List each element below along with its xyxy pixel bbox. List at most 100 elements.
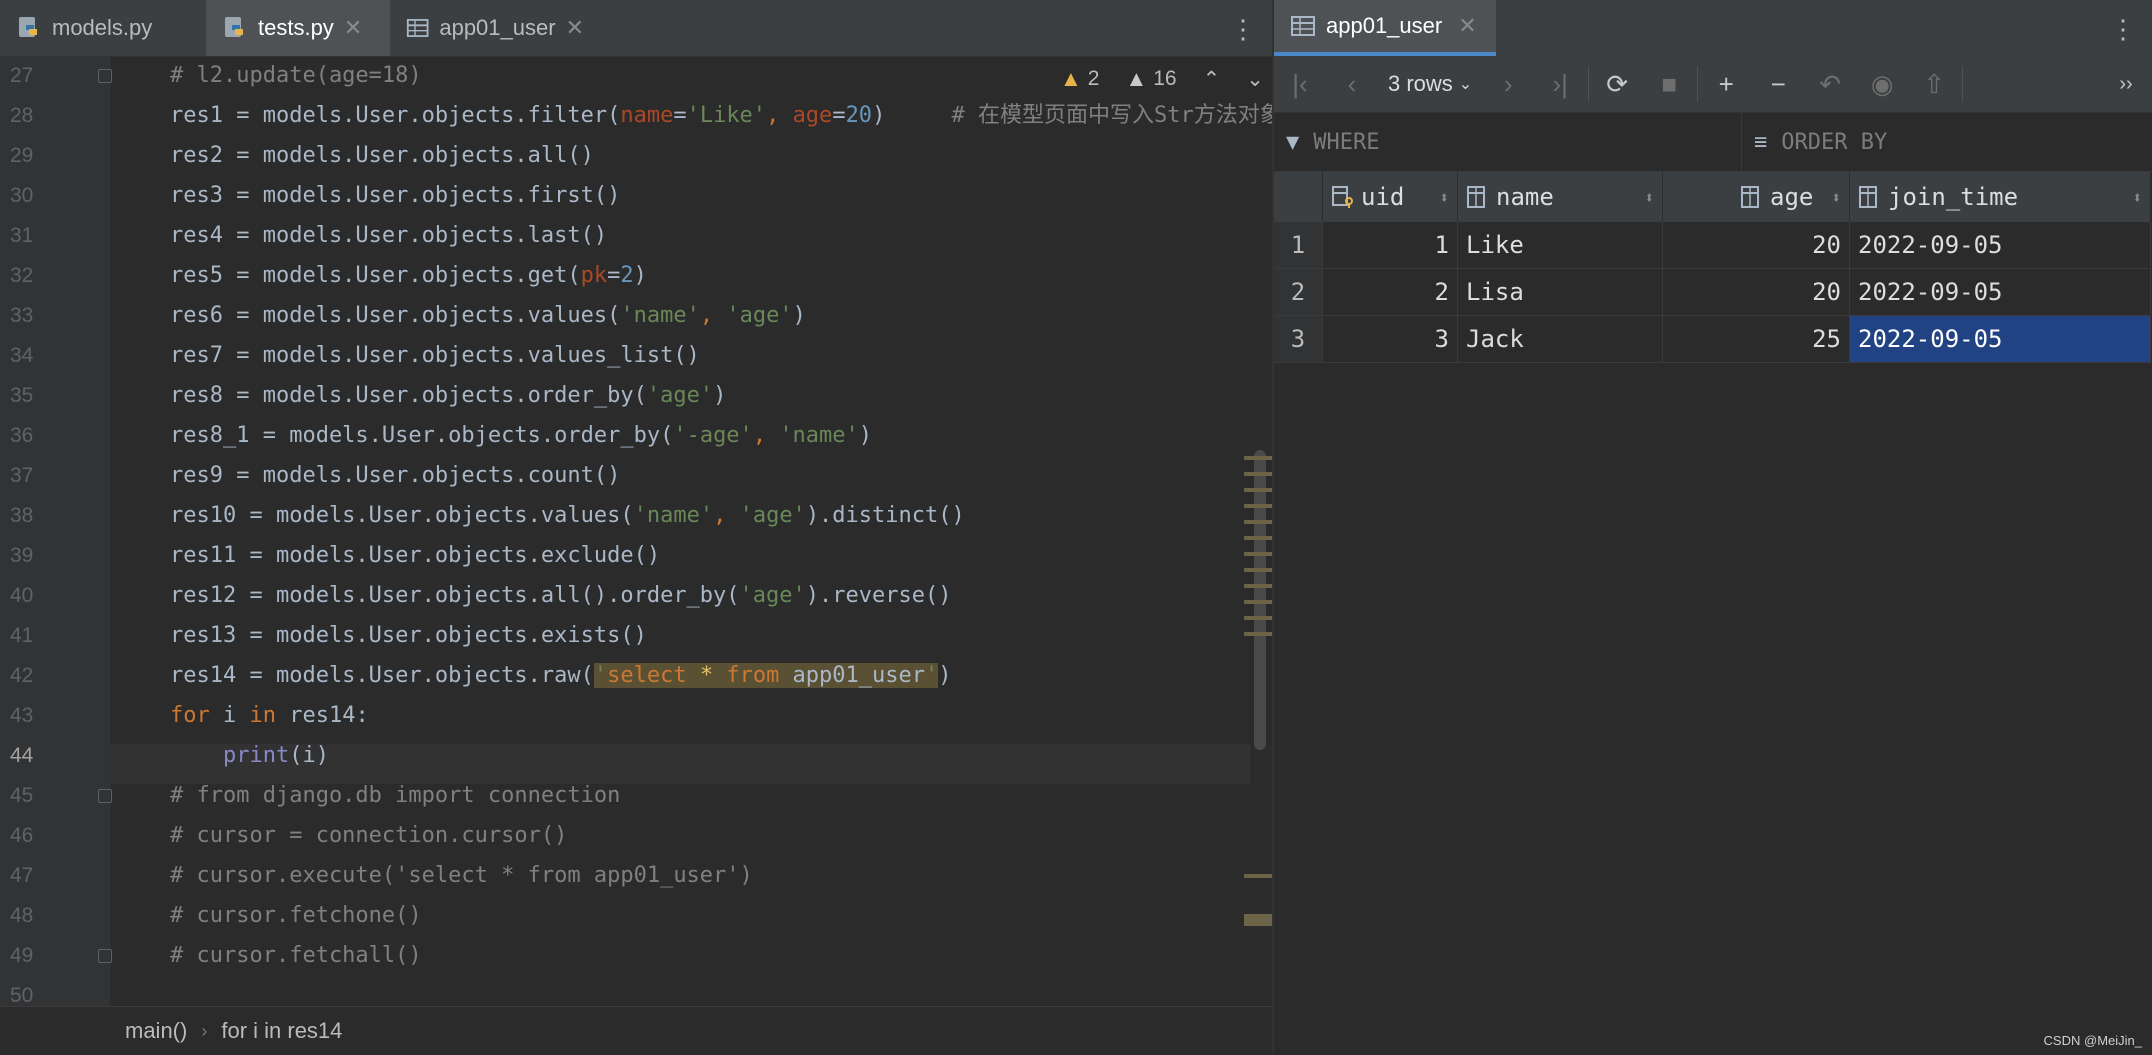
warning-icon: ▲ — [1060, 66, 1082, 91]
row-number-header — [1274, 172, 1323, 222]
code-line: res7 = models.User.objects.values_list() — [170, 343, 700, 368]
overflow-icon[interactable]: ›› — [2100, 56, 2152, 112]
code-line: res6 = models.User.objects.values('name'… — [170, 303, 806, 328]
column-header-uid[interactable]: uid ⬍ — [1322, 172, 1458, 222]
code-line: # cursor = connection.cursor() — [170, 823, 568, 848]
breadcrumb-item[interactable]: main() — [125, 1018, 187, 1044]
code-line: res3 = models.User.objects.first() — [170, 183, 621, 208]
chevron-up-icon[interactable]: ⌃ — [1203, 67, 1221, 92]
cell-name[interactable]: Jack — [1457, 315, 1663, 363]
add-row-icon[interactable]: + — [1700, 56, 1752, 112]
line-number: 31 — [10, 224, 34, 247]
order-by-filter[interactable]: ≡ ORDER BY — [1742, 113, 1899, 171]
watermark: CSDN @MeiJin_ — [2043, 1033, 2142, 1048]
scroll-marker — [1244, 600, 1272, 604]
code-line: for i in res14: — [170, 703, 369, 728]
preview-changes-icon[interactable]: ◉ — [1856, 56, 1908, 112]
table-row[interactable]: 3 3 Jack 25 2022-09-05 — [1274, 315, 2151, 363]
last-page-icon[interactable]: ›| — [1534, 56, 1586, 112]
scroll-marker — [1244, 874, 1272, 878]
line-number: 34 — [10, 344, 34, 367]
line-number: 41 — [10, 624, 34, 647]
tab-app01-user-data[interactable]: app01_user ✕ — [1274, 0, 1496, 56]
line-number: 40 — [10, 584, 34, 607]
column-icon — [1467, 186, 1485, 208]
editor-tab-bar: models.py tests.py ✕ app01_user ✕ ⋮ — [0, 0, 1272, 57]
breadcrumb-item[interactable]: for i in res14 — [221, 1018, 342, 1044]
table-row[interactable]: 1 1 Like 20 2022-09-05 — [1274, 222, 2151, 269]
code-line: res2 = models.User.objects.all() — [170, 143, 594, 168]
column-header-join-time[interactable]: join_time ⬍ — [1849, 172, 2151, 222]
sort-icon[interactable]: ⬍ — [1439, 188, 1449, 207]
code-area[interactable]: # l2.update(age=18) res1 = models.User.o… — [110, 56, 1282, 1006]
line-number: 50 — [10, 984, 34, 1006]
results-table: uid ⬍ name ⬍ age ⬍ join_time ⬍ 1 1 Like 20 2… — [1274, 172, 2151, 363]
page-size-select[interactable]: 3 rows ⌄ — [1378, 56, 1482, 112]
tab-app01-user[interactable]: app01_user ✕ — [390, 0, 600, 56]
cell-uid[interactable]: 3 — [1322, 315, 1458, 363]
cell-age[interactable]: 20 — [1662, 222, 1850, 269]
line-number-current: 44 — [10, 744, 34, 767]
submit-icon[interactable]: ⇧ — [1908, 56, 1960, 112]
column-header-age[interactable]: age ⬍ — [1662, 172, 1850, 222]
first-page-icon[interactable]: |‹ — [1274, 56, 1326, 112]
cell-age[interactable]: 20 — [1662, 268, 1850, 316]
cell-name[interactable]: Lisa — [1457, 268, 1663, 316]
close-icon[interactable]: ✕ — [1458, 13, 1476, 39]
tab-label: app01_user — [439, 15, 556, 40]
warnings-indicator[interactable]: ▲ 2 — [1060, 66, 1099, 92]
data-editor: app01_user ✕ ⋮ |‹ ‹ 3 rows ⌄ › ›| ⟳ ■ + −… — [1274, 0, 2152, 1054]
cell-join-time[interactable]: 2022-09-05 — [1849, 268, 2151, 316]
chevron-down-icon[interactable]: ⌄ — [1246, 67, 1264, 92]
more-options-icon[interactable]: ⋮ — [1230, 14, 1256, 45]
column-header-name[interactable]: name ⬍ — [1457, 172, 1663, 222]
header-row: uid ⬍ name ⬍ age ⬍ join_time ⬍ — [1274, 172, 2151, 222]
line-number: 29 — [10, 144, 34, 167]
toolbar-separator — [1697, 66, 1699, 102]
sort-icon[interactable]: ⬍ — [1831, 188, 1841, 207]
line-number: 46 — [10, 824, 34, 847]
scroll-marker — [1244, 584, 1272, 588]
table-row[interactable]: 2 2 Lisa 20 2022-09-05 — [1274, 268, 2151, 316]
delete-row-icon[interactable]: − — [1752, 56, 1804, 112]
code-line: res11 = models.User.objects.exclude() — [170, 543, 661, 568]
row-number[interactable]: 2 — [1274, 268, 1323, 316]
weak-warning-icon: ▲ — [1125, 66, 1148, 91]
inspection-widget[interactable]: ▲ 2 ▲ 16 ⌃ ⌄ — [1060, 66, 1264, 92]
cell-join-time-selected[interactable]: 2022-09-05 — [1849, 315, 2151, 363]
row-number[interactable]: 3 — [1274, 315, 1323, 363]
tab-models-py[interactable]: models.py — [0, 0, 206, 56]
code-line: res8_1 = models.User.objects.order_by('-… — [170, 423, 873, 448]
weak-warnings-indicator[interactable]: ▲ 16 — [1125, 66, 1176, 92]
cell-uid[interactable]: 2 — [1322, 268, 1458, 316]
next-page-icon[interactable]: › — [1482, 56, 1534, 112]
line-number: 49 — [10, 944, 34, 967]
line-number: 37 — [10, 464, 34, 487]
scroll-marker — [1244, 488, 1272, 492]
cell-join-time[interactable]: 2022-09-05 — [1849, 222, 2151, 269]
cell-uid[interactable]: 1 — [1322, 222, 1458, 269]
scroll-marker — [1244, 914, 1272, 926]
data-toolbar: |‹ ‹ 3 rows ⌄ › ›| ⟳ ■ + − ↶ ◉ ⇧ ›› — [1274, 56, 2152, 113]
sort-icon[interactable]: ⬍ — [1644, 188, 1654, 207]
revert-icon[interactable]: ↶ — [1804, 56, 1856, 112]
line-number: 47 — [10, 864, 34, 887]
previous-page-icon[interactable]: ‹ — [1326, 56, 1378, 112]
table-icon — [406, 19, 429, 37]
toolbar-separator — [1588, 66, 1590, 102]
more-options-icon[interactable]: ⋮ — [2110, 14, 2136, 45]
cell-name[interactable]: Like — [1457, 222, 1663, 269]
results-grid: uid ⬍ name ⬍ age ⬍ join_time ⬍ 1 1 Like 20 2… — [1274, 172, 2152, 363]
where-filter[interactable]: ▼ WHERE — [1274, 113, 1742, 171]
close-icon[interactable]: ✕ — [344, 15, 362, 41]
close-icon[interactable]: ✕ — [566, 15, 584, 41]
tab-tests-py[interactable]: tests.py ✕ — [206, 0, 390, 56]
row-number[interactable]: 1 — [1274, 222, 1323, 269]
reload-icon[interactable]: ⟳ — [1591, 56, 1643, 112]
line-number: 38 — [10, 504, 34, 527]
stop-icon[interactable]: ■ — [1643, 56, 1695, 112]
sort-icon[interactable]: ⬍ — [2132, 188, 2142, 207]
cell-age[interactable]: 25 — [1662, 315, 1850, 363]
code-line: res13 = models.User.objects.exists() — [170, 623, 647, 648]
filter-icon: ▼ — [1286, 129, 1300, 155]
